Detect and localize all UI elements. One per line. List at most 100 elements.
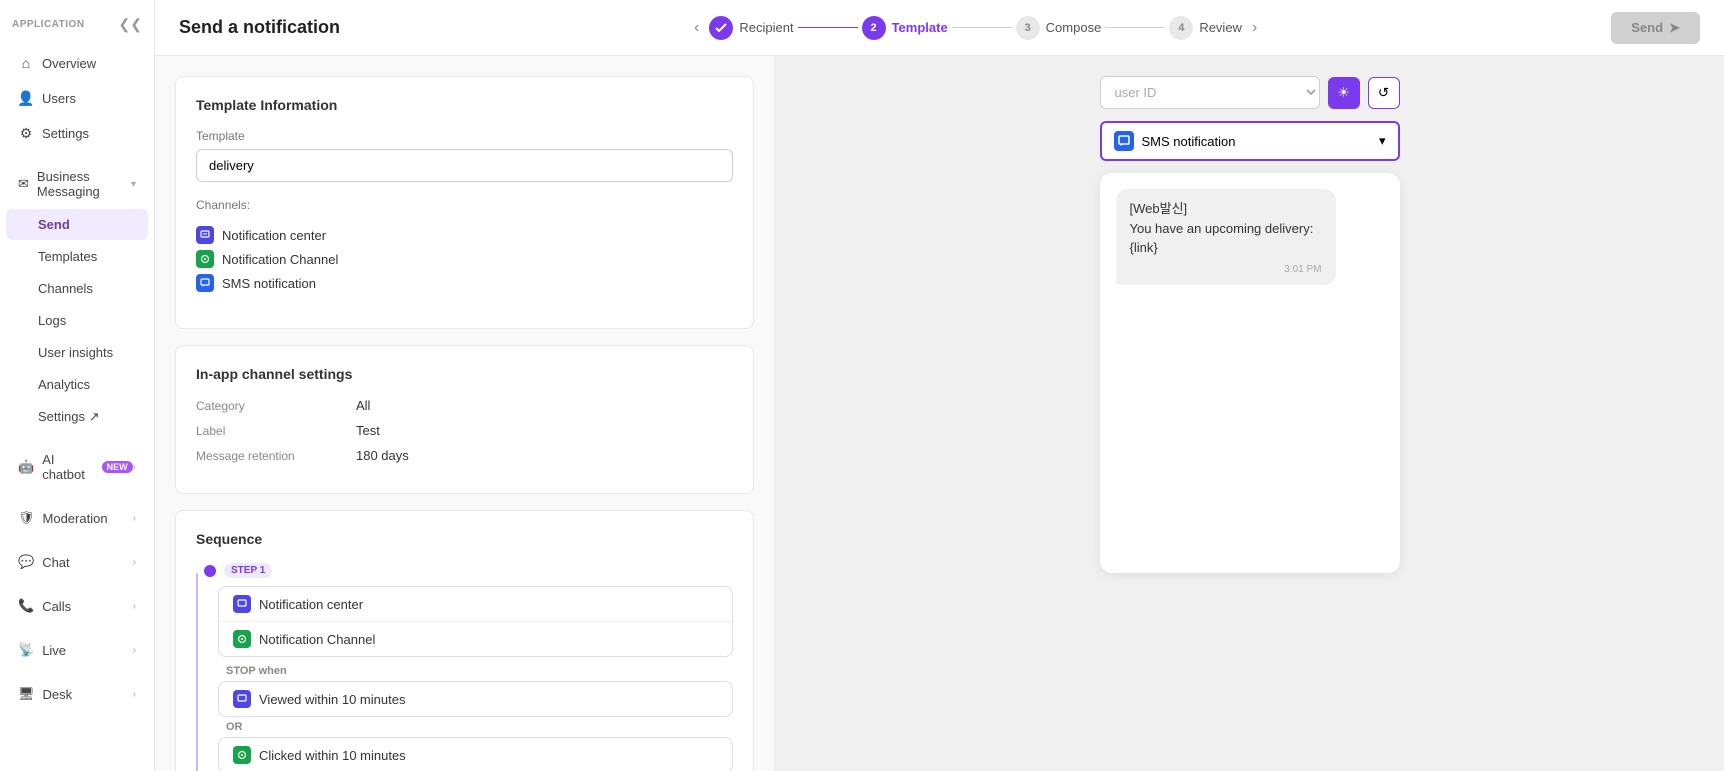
label-value: Test <box>356 423 380 438</box>
retention-value: 180 days <box>356 448 409 463</box>
live-section: 📡 Live › <box>0 632 154 668</box>
desk-section: 🖥 Desk › <box>0 676 154 712</box>
category-row: Category All <box>196 398 733 413</box>
business-messaging-section: ✉ Business Messaging ▾ Send Templates Ch… <box>0 159 154 434</box>
channels-field: Channels: Notification center <box>196 198 733 292</box>
left-panel: Template Information Template delivery C… <box>155 56 775 771</box>
phone-preview: [Web발신] You have an upcoming delivery: {… <box>1100 173 1400 573</box>
send-button[interactable]: Send ➤ <box>1611 12 1700 44</box>
sidebar-item-analytics[interactable]: Analytics <box>6 369 148 400</box>
topbar: Send a notification ‹ Recipient 2 Templa… <box>155 0 1724 56</box>
channel-select-dropdown[interactable]: SMS notification ▾ <box>1100 121 1400 161</box>
step-connector-3 <box>1105 27 1165 28</box>
step-1-content: Notification center Notification Channel… <box>218 586 733 771</box>
wizard-steps: Recipient 2 Template 3 Compose 4 <box>709 16 1242 40</box>
sms-text-line1: [Web발신] <box>1130 199 1322 219</box>
step-4: 4 Review <box>1169 16 1242 40</box>
chat-chevron-icon: › <box>133 557 136 568</box>
step-connector-1 <box>798 27 858 28</box>
steps-nav: ‹ Recipient 2 Template 3 <box>690 15 1261 41</box>
overview-icon: ⌂ <box>18 55 34 71</box>
channel-notif-channel: Notification Channel <box>196 250 733 268</box>
channel-selector: SMS notification ▾ <box>1100 121 1400 161</box>
page-title: Send a notification <box>179 17 340 38</box>
sidebar-item-send[interactable]: Send <box>6 209 148 240</box>
inapp-settings-title: In-app channel settings <box>196 366 733 382</box>
chat-group[interactable]: 💬 Chat › <box>6 545 148 579</box>
desk-group[interactable]: 🖥 Desk › <box>6 677 148 711</box>
sidebar-item-user-insights[interactable]: User insights <box>6 337 148 368</box>
or-label: OR <box>226 721 733 733</box>
preview-toolbar: user ID ☀ ↺ <box>1100 76 1400 109</box>
notif-channel-icon <box>196 250 214 268</box>
live-chevron-icon: › <box>133 645 136 656</box>
user-id-select[interactable]: user ID <box>1100 76 1320 109</box>
sms-icon <box>196 274 214 292</box>
users-icon: 👤 <box>18 90 34 106</box>
category-key: Category <box>196 399 356 413</box>
moderation-section: 🛡 Moderation › <box>0 500 154 536</box>
category-value: All <box>356 398 370 413</box>
step1-notif-center-icon <box>233 595 251 613</box>
inapp-settings-section: In-app channel settings Category All Lab… <box>175 345 754 494</box>
step-1-label: Recipient <box>739 20 793 35</box>
moderation-chevron-icon: › <box>133 513 136 524</box>
channel-select-label: SMS notification <box>1142 134 1236 149</box>
step-1-node: STEP 1 <box>210 563 733 578</box>
right-panel: user ID ☀ ↺ SMS notification <box>775 56 1724 771</box>
flow-line-vertical <box>196 573 198 771</box>
stop-condition-icon <box>233 690 251 708</box>
sms-bubble: [Web발신] You have an upcoming delivery: {… <box>1116 189 1336 285</box>
calls-group[interactable]: 📞 Calls › <box>6 589 148 623</box>
next-step-button[interactable]: › <box>1248 15 1261 41</box>
retention-key: Message retention <box>196 449 356 463</box>
channels-list: Notification center Notification Channel <box>196 226 733 292</box>
calls-section: 📞 Calls › <box>0 588 154 624</box>
sun-button[interactable]: ☀ <box>1328 77 1360 109</box>
stop-condition-box: Viewed within 10 minutes <box>218 681 733 717</box>
sidebar-item-logs[interactable]: Logs <box>6 305 148 336</box>
chat-icon: 💬 <box>18 554 34 570</box>
ai-chatbot-group[interactable]: 🤖 AI chatbot NEW › <box>6 443 148 491</box>
sidebar-item-bm-settings[interactable]: Settings ↗ <box>6 401 148 433</box>
channels-label: Channels: <box>196 198 250 212</box>
collapse-button[interactable]: ❮❮ <box>119 16 142 33</box>
label-key: Label <box>196 424 356 438</box>
step-1-circle <box>709 16 733 40</box>
sidebar-item-settings[interactable]: ⚙ Settings <box>6 116 148 150</box>
prev-step-button[interactable]: ‹ <box>690 15 703 41</box>
main-nav: ⌂ Overview 👤 Users ⚙ Settings <box>0 45 154 151</box>
sms-preview-icon <box>1114 131 1134 151</box>
channel-dropdown-icon: ▾ <box>1379 133 1386 149</box>
step-1-dot <box>204 565 216 577</box>
chat-section: 💬 Chat › <box>0 544 154 580</box>
stop-when-label: STOP when <box>226 665 733 677</box>
sidebar-item-templates[interactable]: Templates <box>6 241 148 272</box>
template-select[interactable]: delivery <box>196 149 733 182</box>
step-4-circle: 4 <box>1169 16 1193 40</box>
step1-notif-channel-icon <box>233 630 251 648</box>
stop-condition-item: Viewed within 10 minutes <box>219 682 732 716</box>
step-2-circle: 2 <box>862 16 886 40</box>
clicked-condition-item: Clicked within 10 minutes <box>219 738 732 771</box>
main-content: Send a notification ‹ Recipient 2 Templa… <box>155 0 1724 771</box>
template-label: Template <box>196 129 733 143</box>
sidebar-item-overview[interactable]: ⌂ Overview <box>6 46 148 80</box>
sidebar: APPLICATION ❮❮ ⌂ Overview 👤 Users ⚙ Sett… <box>0 0 155 771</box>
content-area: Template Information Template delivery C… <box>155 56 1724 771</box>
app-label: APPLICATION ❮❮ <box>0 0 154 41</box>
sequence-section: Sequence STEP 1 <box>175 510 754 771</box>
step-1: Recipient <box>709 16 793 40</box>
retention-row: Message retention 180 days <box>196 448 733 463</box>
step-3: 3 Compose <box>1016 16 1102 40</box>
live-icon: 📡 <box>18 642 34 658</box>
moderation-group[interactable]: 🛡 Moderation › <box>6 501 148 535</box>
sidebar-item-users[interactable]: 👤 Users <box>6 81 148 115</box>
live-group[interactable]: 📡 Live › <box>6 633 148 667</box>
business-messaging-group[interactable]: ✉ Business Messaging ▾ <box>6 160 148 208</box>
refresh-button[interactable]: ↺ <box>1368 77 1400 109</box>
template-field: Template delivery <box>196 129 733 182</box>
sidebar-item-channels[interactable]: Channels <box>6 273 148 304</box>
step-1-channel-2: Notification Channel <box>219 622 732 656</box>
bm-icon: ✉ <box>18 176 29 192</box>
